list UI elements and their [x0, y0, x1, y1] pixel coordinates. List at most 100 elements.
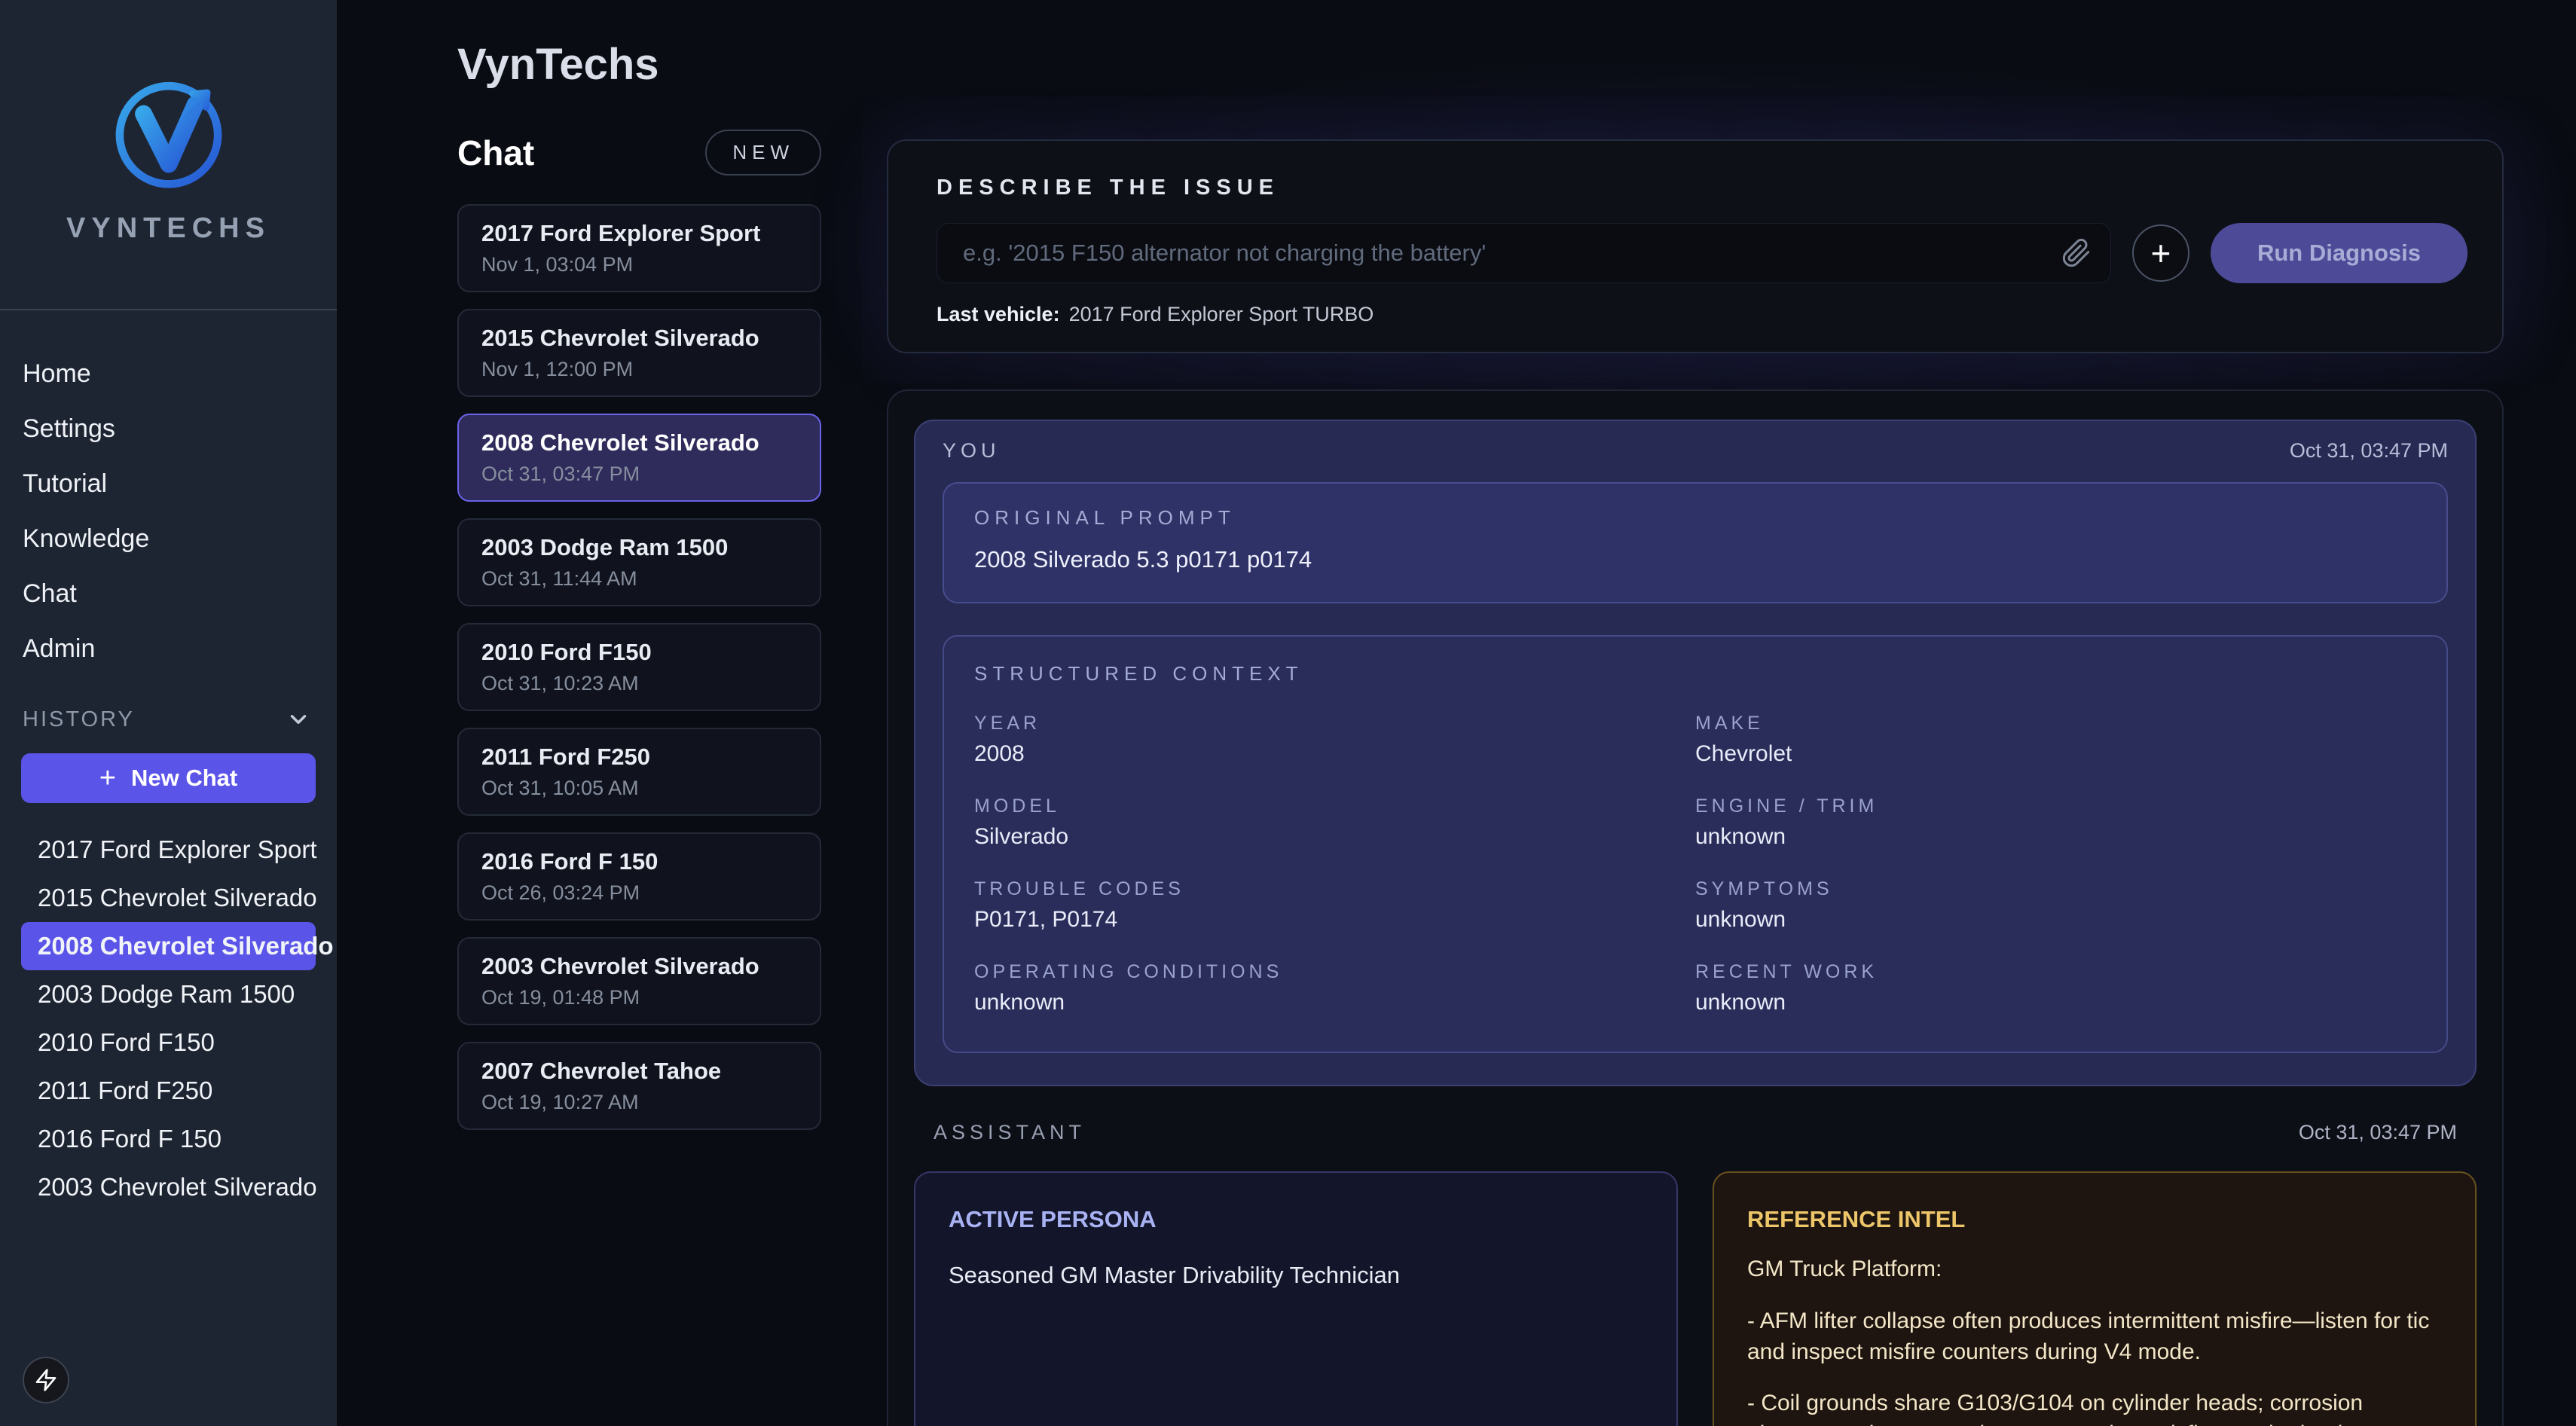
- reference-intel-body: GM Truck Platform: - AFM lifter collapse…: [1747, 1254, 2442, 1426]
- history-item[interactable]: 2011 Ford F250: [21, 1067, 316, 1115]
- field-label: TROUBLE CODES: [974, 878, 1695, 900]
- field-label: MODEL: [974, 795, 1695, 817]
- sidebar-item-chat[interactable]: Chat: [23, 566, 337, 621]
- conversation-list: 2017 Ford Explorer Sport Nov 1, 03:04 PM…: [457, 204, 821, 1130]
- assistant-timestamp: Oct 31, 03:47 PM: [2299, 1121, 2457, 1144]
- field-label: RECENT WORK: [1695, 961, 2416, 983]
- conversation-time: Nov 1, 12:00 PM: [481, 358, 797, 381]
- last-vehicle-value: 2017 Ford Explorer Sport TURBO: [1069, 303, 1374, 325]
- original-prompt-label: ORIGINAL PROMPT: [974, 506, 2416, 530]
- context-field: YEAR 2008: [974, 713, 1695, 767]
- run-diagnosis-button[interactable]: Run Diagnosis: [2211, 223, 2468, 283]
- sidebar-item-settings[interactable]: Settings: [23, 402, 337, 457]
- new-chat-label: New Chat: [131, 765, 237, 792]
- sidebar: VYNTECHS Home Settings Tutorial Knowledg…: [0, 0, 337, 1426]
- add-context-button[interactable]: +: [2132, 224, 2189, 282]
- field-label: SYMPTOMS: [1695, 878, 2416, 900]
- history-header[interactable]: HISTORY: [23, 707, 311, 732]
- conversation-card[interactable]: 2003 Chevrolet Silverado Oct 19, 01:48 P…: [457, 937, 821, 1025]
- context-field: SYMPTOMS unknown: [1695, 878, 2416, 933]
- conversation-card[interactable]: 2016 Ford F 150 Oct 26, 03:24 PM: [457, 832, 821, 921]
- conversation-card[interactable]: 2017 Ford Explorer Sport Nov 1, 03:04 PM: [457, 204, 821, 292]
- attach-file-button[interactable]: [2061, 237, 2093, 269]
- sidebar-item-knowledge[interactable]: Knowledge: [23, 511, 337, 566]
- last-vehicle-row: Last vehicle:2017 Ford Explorer Sport TU…: [937, 303, 2468, 326]
- field-label: YEAR: [974, 713, 1695, 734]
- sidebar-nav: Home Settings Tutorial Knowledge Chat Ad…: [0, 310, 337, 676]
- conversation-time: Oct 26, 03:24 PM: [481, 881, 797, 905]
- new-chat-button[interactable]: + New Chat: [21, 753, 316, 803]
- lightning-icon: [34, 1368, 58, 1392]
- history-label: HISTORY: [23, 707, 135, 732]
- field-value: unknown: [974, 990, 1695, 1015]
- conversation-time: Oct 31, 11:44 AM: [481, 567, 797, 591]
- intel-line: - Coil grounds share G103/G104 on cylind…: [1747, 1388, 2442, 1426]
- structured-context-card: STRUCTURED CONTEXT YEAR 2008 MAKE Chevro…: [943, 635, 2448, 1053]
- conversation-card[interactable]: 2015 Chevrolet Silverado Nov 1, 12:00 PM: [457, 309, 821, 397]
- new-badge[interactable]: NEW: [705, 130, 821, 176]
- context-field: MODEL Silverado: [974, 795, 1695, 850]
- field-value: unknown: [1695, 824, 2416, 850]
- describe-issue-heading: DESCRIBE THE ISSUE: [937, 176, 2468, 200]
- page-title: VynTechs: [457, 39, 659, 90]
- intel-line: GM Truck Platform:: [1747, 1254, 2442, 1285]
- chevron-down-icon[interactable]: [286, 707, 311, 732]
- field-label: ENGINE / TRIM: [1695, 795, 2416, 817]
- conversation-time: Oct 31, 10:05 AM: [481, 777, 797, 800]
- conversation-card[interactable]: 2007 Chevrolet Tahoe Oct 19, 10:27 AM: [457, 1042, 821, 1130]
- context-field: RECENT WORK unknown: [1695, 961, 2416, 1015]
- plus-icon: +: [2151, 233, 2171, 273]
- conversation-title: 2003 Chevrolet Silverado: [481, 953, 797, 980]
- sidebar-item-admin[interactable]: Admin: [23, 621, 337, 676]
- assistant-role-label: ASSISTANT: [934, 1121, 1086, 1144]
- field-value: Chevrolet: [1695, 741, 2416, 767]
- history-item[interactable]: 2003 Chevrolet Silverado: [21, 1163, 316, 1211]
- structured-context-label: STRUCTURED CONTEXT: [974, 662, 2416, 686]
- conversation-title: 2003 Dodge Ram 1500: [481, 534, 797, 561]
- conversation-title: 2016 Ford F 150: [481, 848, 797, 875]
- conversation-time: Oct 19, 01:48 PM: [481, 986, 797, 1009]
- brand-name: VYNTECHS: [66, 212, 270, 245]
- conversation-card[interactable]: 2010 Ford F150 Oct 31, 10:23 AM: [457, 623, 821, 711]
- history-item-active[interactable]: 2008 Chevrolet Silverado: [21, 922, 316, 970]
- conversation-time: Oct 31, 03:47 PM: [481, 463, 797, 486]
- history-item[interactable]: 2010 Ford F150: [21, 1018, 316, 1067]
- history-item[interactable]: 2003 Dodge Ram 1500: [21, 970, 316, 1018]
- reference-intel-title: REFERENCE INTEL: [1747, 1206, 2442, 1233]
- field-value: P0171, P0174: [974, 907, 1695, 933]
- issue-input[interactable]: [937, 223, 2111, 283]
- quick-actions-button[interactable]: [23, 1357, 69, 1403]
- chat-list-header: Chat NEW: [457, 130, 821, 176]
- active-persona-title: ACTIVE PERSONA: [949, 1206, 1643, 1233]
- field-value: unknown: [1695, 990, 2416, 1015]
- conversation-card[interactable]: 2003 Dodge Ram 1500 Oct 31, 11:44 AM: [457, 518, 821, 606]
- conversation-card-active[interactable]: 2008 Chevrolet Silverado Oct 31, 03:47 P…: [457, 414, 821, 502]
- assistant-message-header: ASSISTANT Oct 31, 03:47 PM: [914, 1121, 2477, 1144]
- brand-block: VYNTECHS: [0, 0, 337, 310]
- conversation-title: 2010 Ford F150: [481, 639, 797, 666]
- history-item[interactable]: 2015 Chevrolet Silverado: [21, 874, 316, 922]
- history-item[interactable]: 2016 Ford F 150: [21, 1115, 316, 1163]
- history-list: 2017 Ford Explorer Sport 2015 Chevrolet …: [21, 826, 316, 1211]
- context-field: MAKE Chevrolet: [1695, 713, 2416, 767]
- conversation-title: 2007 Chevrolet Tahoe: [481, 1058, 797, 1085]
- sidebar-item-home[interactable]: Home: [23, 347, 337, 402]
- paperclip-icon: [2061, 238, 2093, 268]
- conversation-panel: YOU Oct 31, 03:47 PM ORIGINAL PROMPT 200…: [887, 389, 2504, 1426]
- active-persona-body: Seasoned GM Master Drivability Technicia…: [949, 1262, 1643, 1289]
- field-value: 2008: [974, 741, 1695, 767]
- user-role-label: YOU: [943, 439, 1001, 463]
- conversation-title: 2017 Ford Explorer Sport: [481, 220, 797, 247]
- context-field: ENGINE / TRIM unknown: [1695, 795, 2416, 850]
- conversation-card[interactable]: 2011 Ford F250 Oct 31, 10:05 AM: [457, 728, 821, 816]
- assistant-cards-row: ACTIVE PERSONA Seasoned GM Master Drivab…: [914, 1171, 2477, 1426]
- conversation-title: 2008 Chevrolet Silverado: [481, 429, 797, 457]
- sidebar-item-tutorial[interactable]: Tutorial: [23, 457, 337, 511]
- active-persona-card: ACTIVE PERSONA Seasoned GM Master Drivab…: [914, 1171, 1678, 1426]
- original-prompt-card: ORIGINAL PROMPT 2008 Silverado 5.3 p0171…: [943, 482, 2448, 603]
- conversation-title: 2011 Ford F250: [481, 744, 797, 771]
- chat-heading: Chat: [457, 133, 534, 173]
- describe-issue-panel: DESCRIBE THE ISSUE + Run Diagnosis Last …: [887, 139, 2504, 353]
- history-item[interactable]: 2017 Ford Explorer Sport: [21, 826, 316, 874]
- conversation-time: Oct 19, 10:27 AM: [481, 1091, 797, 1114]
